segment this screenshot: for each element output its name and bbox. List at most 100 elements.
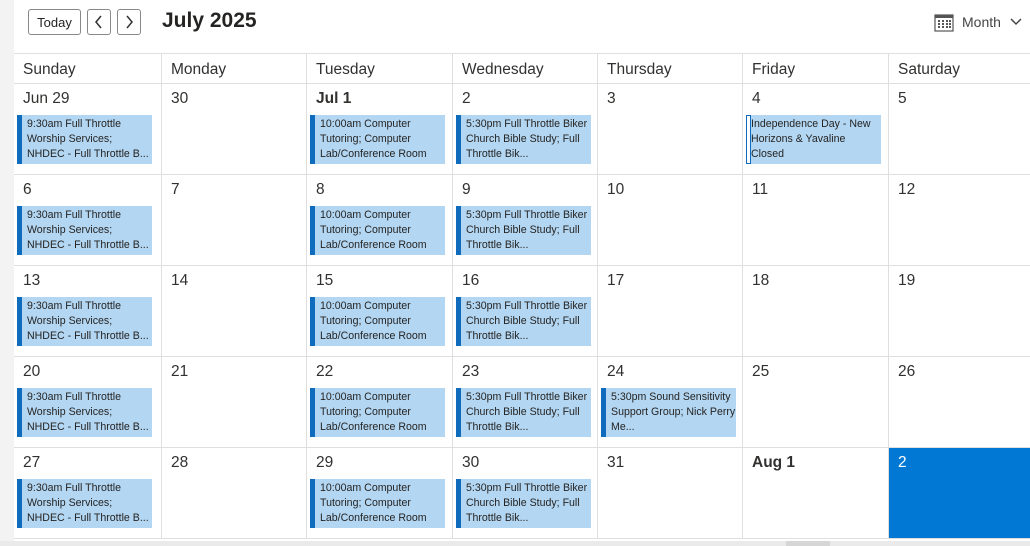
date-number: 28 [171,454,189,471]
week-row: 20 9:30am Full Throttle Worship Services;… [14,357,1030,448]
view-switcher[interactable]: Month [934,11,1023,33]
event-title: 9:30am Full Throttle Worship Services; N… [27,391,149,433]
day-cell[interactable]: 15 10:00am Computer Tutoring; Computer La… [306,266,452,356]
day-cell[interactable]: 28 [161,448,306,538]
weekday-header-friday: Friday [742,54,888,84]
date-number: 20 [23,363,41,380]
day-cell[interactable]: 2 5:30pm Full Throttle Biker Church Bible… [452,84,597,174]
day-cell[interactable]: 10 [597,175,742,265]
day-cell[interactable]: 30 [161,84,306,174]
weekday-header-sunday: Sunday [23,61,76,78]
event-title: 5:30pm Full Throttle Biker Church Bible … [466,391,588,433]
day-cell-today[interactable]: 2 [888,448,1030,538]
calendar-event[interactable]: 5:30pm Full Throttle Biker Church Bible … [456,115,591,164]
weekday-header-wednesday: Wednesday [452,54,597,84]
day-cell[interactable]: 26 [888,357,1030,447]
day-cell[interactable]: 3 [597,84,742,174]
day-cell[interactable]: 25 [742,357,888,447]
calendar-event[interactable]: 10:00am Computer Tutoring; Computer Lab/… [310,297,445,346]
day-cell[interactable]: 27 9:30am Full Throttle Worship Services;… [14,448,161,538]
day-cell[interactable]: 22 10:00am Computer Tutoring; Computer La… [306,357,452,447]
day-cell[interactable]: 31 [597,448,742,538]
date-number: 14 [171,272,189,289]
day-cell[interactable]: 6 9:30am Full Throttle Worship Services; … [14,175,161,265]
date-number: 26 [898,363,916,380]
day-cell[interactable]: 23 5:30pm Full Throttle Biker Church Bibl… [452,357,597,447]
next-month-button[interactable] [117,9,141,35]
day-cell[interactable]: 8 10:00am Computer Tutoring; Computer Lab… [306,175,452,265]
date-number: 27 [23,454,41,471]
date-number: 30 [171,90,189,107]
day-cell[interactable]: 29 10:00am Computer Tutoring; Computer La… [306,448,452,538]
day-cell[interactable]: 9 5:30pm Full Throttle Biker Church Bible… [452,175,597,265]
date-number: Jul 1 [316,90,352,107]
day-cell[interactable]: 4 Independence Day - New Horizons & Yaval… [742,84,888,174]
calendar-event[interactable]: 5:30pm Full Throttle Biker Church Bible … [456,479,591,528]
date-number: 2 [462,90,471,107]
day-cell[interactable]: 7 [161,175,306,265]
event-title: 10:00am Computer Tutoring; Computer Lab/… [320,300,427,342]
event-title: 10:00am Computer Tutoring; Computer Lab/… [320,391,427,433]
previous-month-button[interactable] [87,9,111,35]
calendar-event[interactable]: 9:30am Full Throttle Worship Services; N… [17,206,152,255]
calendar-event[interactable]: 10:00am Computer Tutoring; Computer Lab/… [310,388,445,437]
date-number: 12 [898,181,916,198]
date-number: 6 [23,181,32,198]
day-cell[interactable]: 30 5:30pm Full Throttle Biker Church Bibl… [452,448,597,538]
date-number: 18 [752,272,770,289]
day-cell[interactable]: 12 [888,175,1030,265]
calendar-event[interactable]: 5:30pm Full Throttle Biker Church Bible … [456,297,591,346]
calendar-event[interactable]: Independence Day - New Horizons & Yavali… [746,115,881,164]
calendar-event[interactable]: 9:30am Full Throttle Worship Services; N… [17,479,152,528]
event-title: 9:30am Full Throttle Worship Services; N… [27,300,149,342]
calendar-event[interactable]: 9:30am Full Throttle Worship Services; N… [17,297,152,346]
day-cell[interactable]: 13 9:30am Full Throttle Worship Services;… [14,266,161,356]
day-cell[interactable]: 18 [742,266,888,356]
date-number: 25 [752,363,770,380]
week-row: 6 9:30am Full Throttle Worship Services; … [14,175,1030,266]
today-button[interactable]: Today [28,9,81,35]
weekday-header-row: Sunday Monday Tuesday Wednesday Thursday Frid… [14,53,1030,84]
day-cell[interactable]: 24 5:30pm Sound Sensitivity Support Group… [597,357,742,447]
day-cell[interactable]: 20 9:30am Full Throttle Worship Services;… [14,357,161,447]
day-cell[interactable]: 17 [597,266,742,356]
event-title: 10:00am Computer Tutoring; Computer Lab/… [320,118,427,160]
calendar-event[interactable]: 5:30pm Full Throttle Biker Church Bible … [456,206,591,255]
day-cell[interactable]: Aug 1 [742,448,888,538]
horizontal-scrollbar[interactable] [0,541,1030,546]
day-cell[interactable]: Jul 1 10:00am Computer Tutoring; Computer… [306,84,452,174]
calendar-event[interactable]: 9:30am Full Throttle Worship Services; N… [17,388,152,437]
calendar-event[interactable]: 10:00am Computer Tutoring; Computer Lab/… [310,206,445,255]
calendar-event[interactable]: 10:00am Computer Tutoring; Computer Lab/… [310,479,445,528]
date-number: 22 [316,363,334,380]
day-cell[interactable]: 16 5:30pm Full Throttle Biker Church Bibl… [452,266,597,356]
day-cell[interactable]: 21 [161,357,306,447]
weekday-header-tuesday: Tuesday [306,54,452,84]
day-cell[interactable]: 11 [742,175,888,265]
day-cell[interactable]: Jun 29 9:30am Full Throttle Worship Servi… [14,84,161,174]
day-cell[interactable]: 19 [888,266,1030,356]
date-number: 8 [316,181,325,198]
month-title: July 2025 [162,9,257,32]
calendar-event[interactable]: 5:30pm Full Throttle Biker Church Bible … [456,388,591,437]
week-row: Jun 29 9:30am Full Throttle Worship Servi… [14,84,1030,175]
date-number: Aug 1 [752,454,796,471]
calendar-event[interactable]: 9:30am Full Throttle Worship Services; N… [17,115,152,164]
scrollbar-thumb[interactable] [786,541,830,546]
calendar-event[interactable]: 5:30pm Sound Sensitivity Support Group; … [601,388,736,437]
day-cell[interactable]: 5 [888,84,1030,174]
event-title: 5:30pm Sound Sensitivity Support Group; … [611,391,736,433]
date-number: 10 [607,181,625,198]
date-number: 2 [898,454,907,471]
date-number: 3 [607,90,616,107]
view-label: Month [962,14,1001,30]
date-number: 7 [171,181,180,198]
event-title: 9:30am Full Throttle Worship Services; N… [27,209,149,251]
calendar-event[interactable]: 10:00am Computer Tutoring; Computer Lab/… [310,115,445,164]
date-number: 19 [898,272,916,289]
day-cell[interactable]: 14 [161,266,306,356]
event-title: 5:30pm Full Throttle Biker Church Bible … [466,482,588,524]
chevron-right-icon [126,15,133,29]
date-number: 17 [607,272,625,289]
date-number: 29 [316,454,334,471]
